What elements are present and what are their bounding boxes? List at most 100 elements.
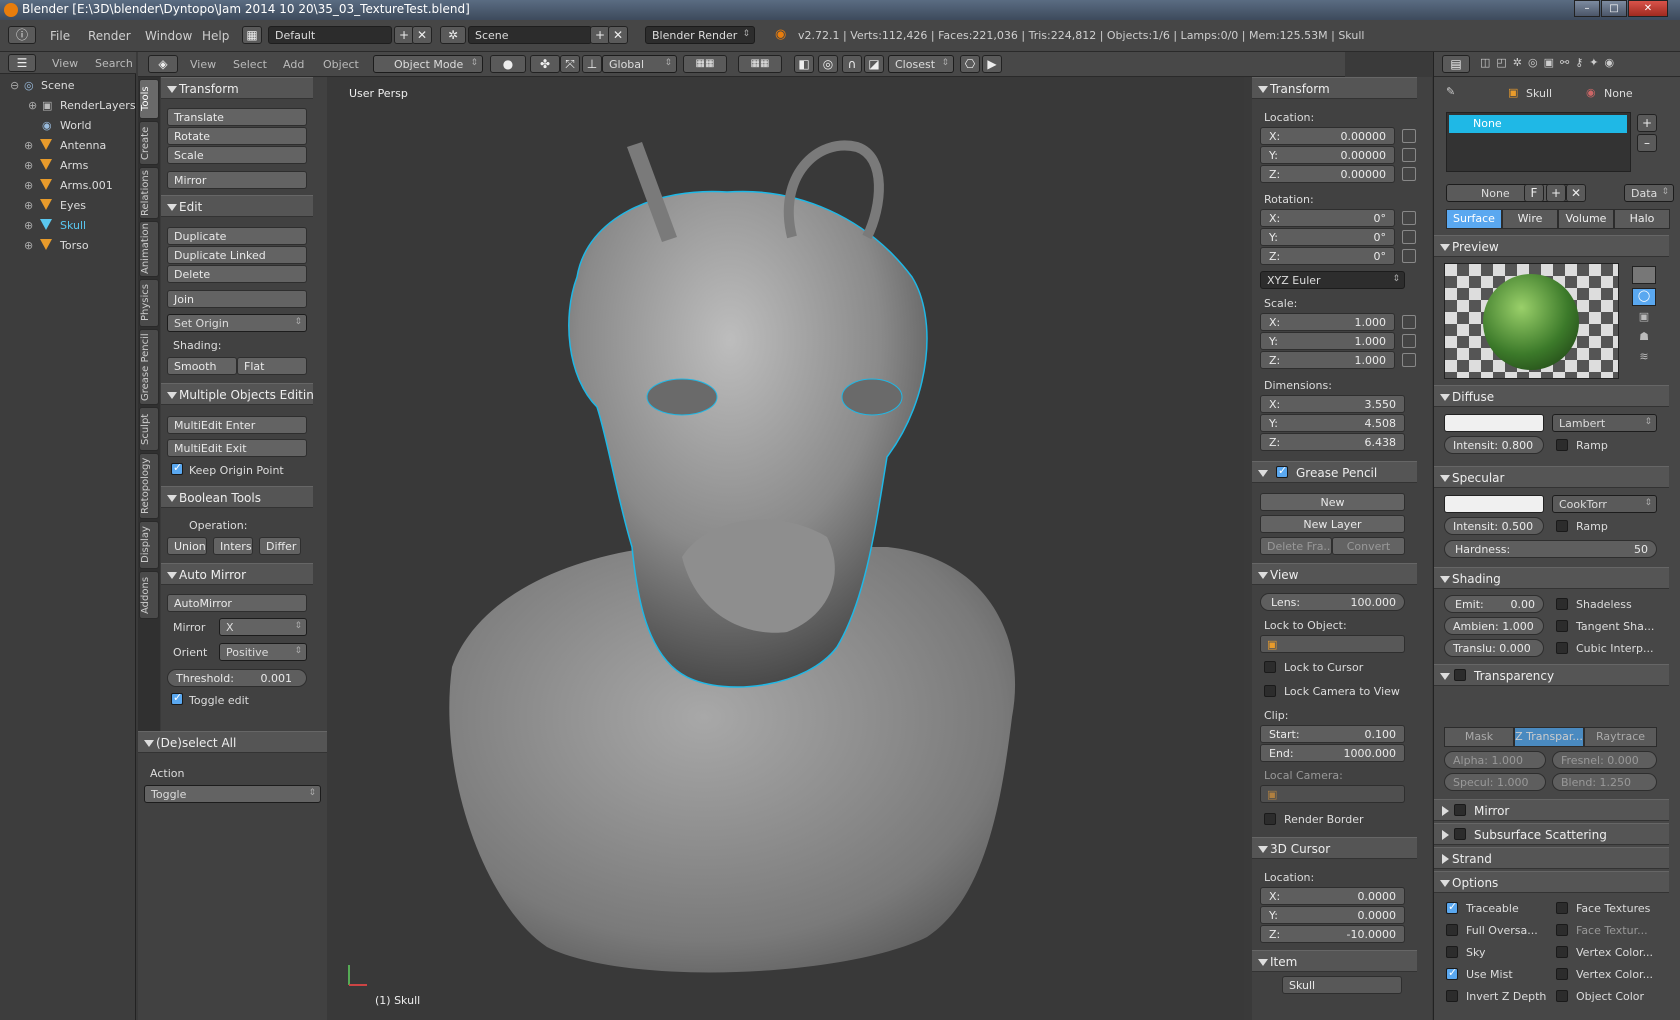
rot-y-field[interactable]: Y: 0° bbox=[1260, 228, 1395, 246]
transform-panel-header[interactable]: Transform bbox=[161, 77, 313, 99]
item-panel-header[interactable]: Item bbox=[1252, 950, 1417, 972]
diffuse-header[interactable]: Diffuse bbox=[1434, 385, 1669, 407]
close-button[interactable]: ✕ bbox=[1628, 0, 1668, 17]
cursor-y-field[interactable]: Y: 0.0000 bbox=[1260, 906, 1405, 924]
menu-help[interactable]: Help bbox=[202, 29, 229, 43]
link-select[interactable]: Data bbox=[1624, 184, 1674, 202]
specular-header[interactable]: Specular bbox=[1434, 466, 1669, 488]
opengl-render-icon[interactable]: ⎔ bbox=[960, 55, 980, 73]
boolean-panel-header[interactable]: Boolean Tools bbox=[161, 486, 313, 508]
outliner-type-icon[interactable]: ☰ bbox=[8, 54, 36, 72]
cubic-interp-checkbox[interactable] bbox=[1556, 642, 1568, 654]
translucency-field[interactable]: Translu: 0.000 bbox=[1444, 639, 1544, 657]
view-menu-select[interactable]: Select bbox=[233, 58, 267, 71]
maximize-button[interactable]: □ bbox=[1601, 0, 1627, 17]
lock-icon[interactable] bbox=[1402, 353, 1416, 367]
convert-button[interactable]: Convert bbox=[1332, 537, 1405, 555]
magnet-icon[interactable]: ∩ bbox=[842, 55, 862, 73]
specular-shader-select[interactable]: CookTorr bbox=[1552, 495, 1657, 513]
menu-render[interactable]: Render bbox=[88, 29, 131, 43]
tab-volume[interactable]: Volume bbox=[1558, 209, 1614, 229]
fresnel-field[interactable]: Fresnel: 0.000 bbox=[1552, 751, 1657, 769]
remove-scene-button[interactable]: ✕ bbox=[608, 26, 628, 44]
manipulator-icon[interactable]: ⤧ bbox=[560, 55, 580, 73]
lock-camera-checkbox[interactable] bbox=[1264, 685, 1276, 697]
scale-x-field[interactable]: X: 1.000 bbox=[1260, 313, 1395, 331]
pin-icon[interactable]: ✎ bbox=[1446, 85, 1455, 98]
automirror-panel-header[interactable]: Auto Mirror bbox=[161, 563, 313, 585]
multi-edit-panel-header[interactable]: Multiple Objects Editing bbox=[161, 383, 313, 405]
blend-field[interactable]: Blend: 1.250 bbox=[1552, 773, 1657, 791]
tab-display[interactable]: Display bbox=[139, 521, 159, 569]
action-select[interactable]: Toggle bbox=[144, 785, 321, 803]
layers-icon[interactable]: ▦▦ bbox=[683, 55, 727, 73]
preview-monkey-icon[interactable]: ☗ bbox=[1632, 330, 1656, 348]
specular-alpha-field[interactable]: Specul: 1.000 bbox=[1444, 773, 1546, 791]
lock-icon[interactable] bbox=[1402, 315, 1416, 329]
transparency-checkbox[interactable] bbox=[1454, 669, 1466, 681]
snap-target-select[interactable]: Closest bbox=[888, 55, 954, 73]
cursor-x-field[interactable]: X: 0.0000 bbox=[1260, 887, 1405, 905]
loc-x-field[interactable]: X: 0.00000 bbox=[1260, 127, 1395, 145]
scale-button[interactable]: Scale bbox=[167, 146, 307, 164]
tab-create[interactable]: Create bbox=[139, 121, 159, 165]
object-color-checkbox[interactable] bbox=[1556, 990, 1568, 1002]
multiedit-exit-button[interactable]: MultiEdit Exit bbox=[167, 439, 307, 457]
preview-cube-icon[interactable]: ▣ bbox=[1632, 310, 1656, 328]
cursor-z-field[interactable]: Z: -10.0000 bbox=[1260, 925, 1405, 943]
lock-icon[interactable] bbox=[1402, 230, 1416, 244]
difference-button[interactable]: Differ bbox=[259, 537, 301, 555]
sss-checkbox[interactable] bbox=[1454, 828, 1466, 840]
outliner-item-world[interactable]: ◉ World bbox=[0, 116, 136, 135]
menu-file[interactable]: File bbox=[50, 29, 70, 43]
mode-select[interactable]: Object Mode bbox=[373, 55, 483, 73]
diffuse-ramp-checkbox[interactable] bbox=[1556, 439, 1568, 451]
axis-icon[interactable]: ⊥ bbox=[582, 55, 602, 73]
tab-tools[interactable]: Tools bbox=[139, 79, 159, 119]
view-menu-object[interactable]: Object bbox=[323, 58, 359, 71]
mirror-header[interactable]: Mirror bbox=[1434, 799, 1669, 821]
face-textures-checkbox[interactable] bbox=[1556, 902, 1568, 914]
clip-end-field[interactable]: End: 1000.000 bbox=[1260, 744, 1405, 762]
skull-model[interactable] bbox=[327, 77, 1244, 1020]
preview-header[interactable]: Preview bbox=[1434, 235, 1669, 257]
preview-hair-icon[interactable]: ≋ bbox=[1632, 350, 1656, 368]
add-scene-button[interactable]: + bbox=[590, 26, 610, 44]
alpha-field[interactable]: Alpha: 1.000 bbox=[1444, 751, 1546, 769]
pivot-icon[interactable]: ✤ bbox=[530, 55, 560, 73]
grease-new-button[interactable]: New bbox=[1260, 493, 1405, 511]
ambient-field[interactable]: Ambien: 1.000 bbox=[1444, 617, 1544, 635]
scale-y-field[interactable]: Y: 1.000 bbox=[1260, 332, 1395, 350]
rotate-button[interactable]: Rotate bbox=[167, 127, 307, 145]
flat-button[interactable]: Flat bbox=[237, 357, 307, 375]
face-textures-alpha-checkbox[interactable] bbox=[1556, 924, 1568, 936]
layers2-icon[interactable]: ▦▦ bbox=[738, 55, 782, 73]
sss-header[interactable]: Subsurface Scattering bbox=[1434, 823, 1669, 845]
full-oversampling-checkbox[interactable] bbox=[1446, 924, 1458, 936]
view-menu-add[interactable]: Add bbox=[283, 58, 304, 71]
view-menu-view[interactable]: View bbox=[190, 58, 216, 71]
transp-raytrace-tab[interactable]: Raytrace bbox=[1584, 727, 1657, 747]
outliner-menu-view[interactable]: View bbox=[52, 57, 78, 70]
lock-icon[interactable] bbox=[1402, 148, 1416, 162]
new-layer-button[interactable]: New Layer bbox=[1260, 515, 1405, 533]
intersect-button[interactable]: Inters bbox=[213, 537, 253, 555]
sky-checkbox[interactable] bbox=[1446, 946, 1458, 958]
dim-z-field[interactable]: Z: 6.438 bbox=[1260, 433, 1405, 451]
smooth-button[interactable]: Smooth bbox=[167, 357, 237, 375]
transp-ztransp-tab[interactable]: Z Transpar... bbox=[1514, 727, 1584, 747]
properties-type-icon[interactable]: ▤ bbox=[1442, 55, 1470, 73]
rot-z-field[interactable]: Z: 0° bbox=[1260, 247, 1395, 265]
outliner-item-arms001[interactable]: ⊕ Arms.001 bbox=[0, 176, 136, 195]
rot-x-field[interactable]: X: 0° bbox=[1260, 209, 1395, 227]
mirror-button[interactable]: Mirror bbox=[167, 171, 307, 189]
item-name-field[interactable]: Skull bbox=[1282, 976, 1402, 994]
mirror-checkbox[interactable] bbox=[1454, 804, 1466, 816]
transp-mask-tab[interactable]: Mask bbox=[1444, 727, 1514, 747]
shading-header[interactable]: Shading bbox=[1434, 567, 1669, 589]
outliner-item-torso[interactable]: ⊕ Torso bbox=[0, 236, 136, 255]
loc-z-field[interactable]: Z: 0.00000 bbox=[1260, 165, 1395, 183]
outliner-item-scene[interactable]: ⊖ ◎ Scene bbox=[0, 76, 136, 95]
clip-start-field[interactable]: Start: 0.100 bbox=[1260, 725, 1405, 743]
outliner-item-eyes[interactable]: ⊕ Eyes bbox=[0, 196, 136, 215]
